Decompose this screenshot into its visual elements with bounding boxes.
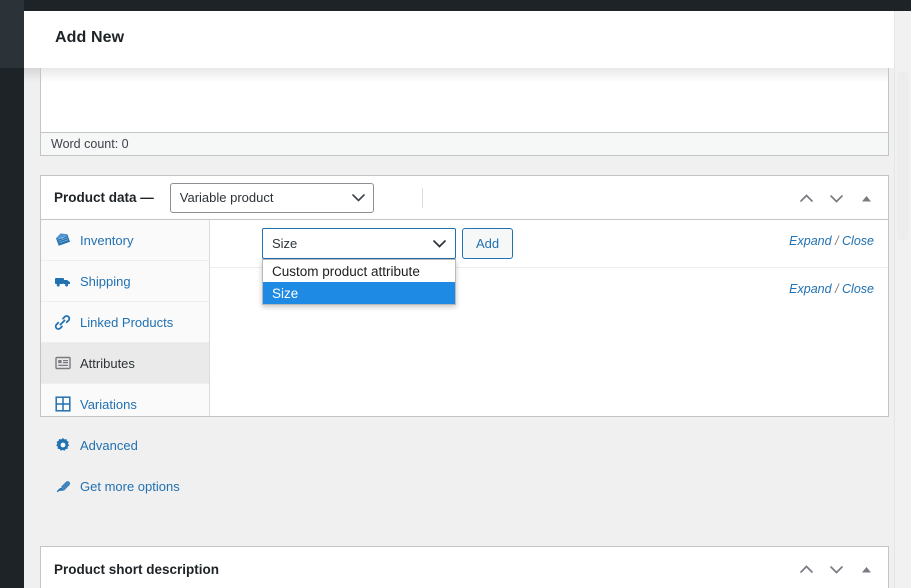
- attribute-select-dropdown[interactable]: Custom product attribute Size: [262, 259, 456, 305]
- product-data-panel: Product data — Variable product Inventor…: [40, 175, 889, 507]
- scrollbar-thumb[interactable]: [897, 71, 909, 241]
- product-data-header: Product data — Variable product: [41, 176, 888, 220]
- close-link[interactable]: Close: [842, 282, 874, 296]
- move-down-button[interactable]: [822, 184, 850, 212]
- dropdown-option-custom-product-attribute[interactable]: Custom product attribute: [263, 260, 455, 282]
- editor-panel: Word count: 0: [40, 68, 889, 156]
- page-title: Add New: [55, 29, 125, 46]
- move-up-button[interactable]: [792, 555, 820, 583]
- attributes-icon: [54, 355, 71, 372]
- product-data-label: Product data —: [54, 190, 154, 205]
- dropdown-option-size[interactable]: Size: [263, 282, 455, 304]
- expand-close-separator: /: [835, 282, 839, 296]
- product-type-select-wrapper[interactable]: Variable product: [162, 182, 374, 213]
- tab-label: Linked Products: [80, 314, 174, 330]
- expand-close-links-2[interactable]: Expand / Close: [789, 282, 874, 296]
- move-down-button[interactable]: [822, 555, 850, 583]
- link-icon: [54, 314, 71, 331]
- word-count-label: Word count: 0: [51, 137, 129, 151]
- tab-label: Advanced: [80, 437, 138, 453]
- tab-inventory[interactable]: Inventory: [41, 220, 209, 261]
- admin-top-bar: [0, 0, 911, 11]
- add-attribute-button[interactable]: Add: [462, 228, 514, 259]
- short-description-title: Product short description: [54, 561, 220, 577]
- admin-sidebar-top-segment: [0, 0, 24, 68]
- short-description-panel: Product short description: [40, 546, 889, 588]
- toggle-panel-button[interactable]: [852, 555, 880, 583]
- tab-label: Variations: [80, 396, 137, 412]
- attribute-select-wrapper: Size Custom product attribute Size: [262, 228, 456, 305]
- chevron-down-icon: [433, 236, 446, 251]
- attributes-panel-content: Expand / Close Expand / Close Save attri…: [210, 220, 888, 416]
- move-up-button[interactable]: [792, 184, 820, 212]
- expand-link[interactable]: Expand: [789, 234, 831, 248]
- product-data-body: Inventory Shipping Linked Products Attri…: [41, 220, 888, 507]
- expand-link[interactable]: Expand: [789, 282, 831, 296]
- attribute-select[interactable]: Size: [262, 228, 456, 259]
- tab-get-more-options[interactable]: Get more options: [41, 466, 209, 507]
- product-type-select[interactable]: Variable product: [169, 182, 374, 213]
- box-icon: [54, 232, 71, 249]
- tab-attributes[interactable]: Attributes: [41, 343, 209, 384]
- close-link[interactable]: Close: [842, 234, 874, 248]
- add-button-label: Add: [476, 236, 500, 251]
- toggle-panel-button[interactable]: [852, 184, 880, 212]
- product-data-tabs: Inventory Shipping Linked Products Attri…: [41, 220, 210, 507]
- page-header: Add New: [24, 11, 911, 68]
- tab-label: Attributes: [80, 355, 135, 371]
- dropdown-option-label: Custom product attribute: [272, 263, 420, 279]
- editor-statusbar: Word count: 0: [41, 132, 888, 155]
- editor-textarea[interactable]: [41, 68, 888, 132]
- truck-icon: [54, 273, 71, 290]
- tab-label: Shipping: [80, 273, 131, 289]
- postbox-handle-actions: [792, 176, 880, 220]
- attribute-select-value: Size: [272, 236, 298, 251]
- admin-sidebar[interactable]: [0, 0, 24, 588]
- content-scroll-area: Word count: 0 Product data — Variable pr…: [24, 68, 911, 588]
- postbox-handle-actions: [792, 547, 880, 588]
- tab-linked-products[interactable]: Linked Products: [41, 302, 209, 343]
- grid-icon: [54, 396, 71, 413]
- vertical-scrollbar[interactable]: [894, 11, 911, 588]
- gear-icon: [54, 437, 71, 454]
- expand-close-separator: /: [835, 234, 839, 248]
- tab-label: Get more options: [80, 478, 180, 494]
- expand-close-links-1[interactable]: Expand / Close: [789, 234, 874, 248]
- scroll-shadow-nub: [24, 68, 40, 82]
- plug-icon: [54, 478, 71, 495]
- dropdown-option-label: Size: [272, 285, 299, 301]
- tab-advanced[interactable]: Advanced: [41, 425, 209, 466]
- tab-label: Inventory: [80, 232, 134, 248]
- tab-shipping[interactable]: Shipping: [41, 261, 209, 302]
- short-description-header: Product short description: [41, 547, 888, 588]
- header-divider: [422, 188, 423, 208]
- tab-variations[interactable]: Variations: [41, 384, 209, 425]
